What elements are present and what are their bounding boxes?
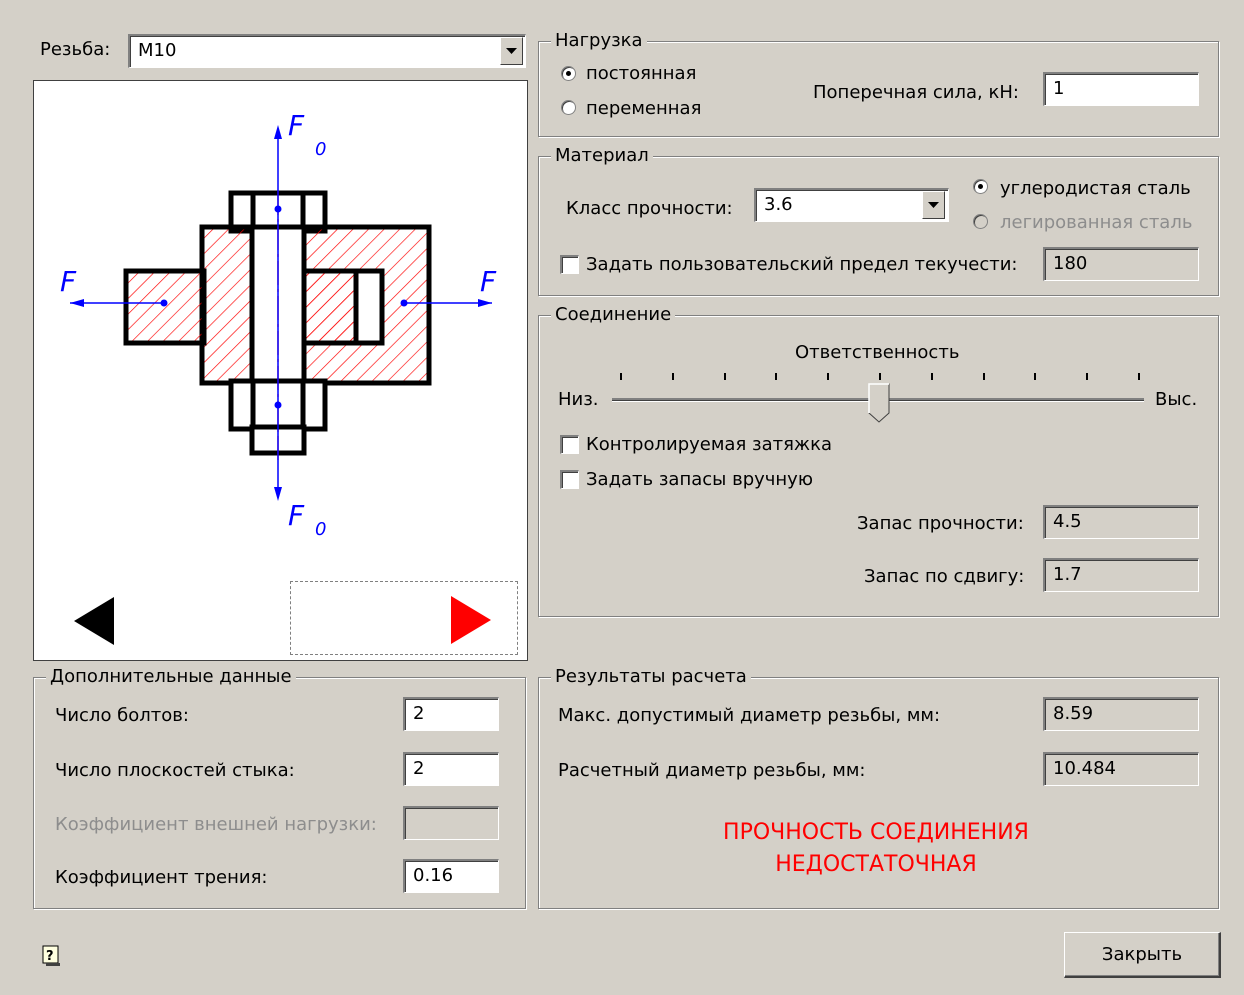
help-icon: ?: [42, 945, 60, 966]
bolt-joint-drawing: F 0 F 0 F F: [60, 109, 497, 540]
responsibility-ticks: [620, 373, 1140, 381]
slider-tick: [1034, 373, 1036, 380]
material-group-title: Материал: [551, 146, 653, 166]
strength-status-message: ПРОЧНОСТЬ СОЕДИНЕНИЯ НЕДОСТАТОЧНАЯ: [540, 817, 1212, 881]
friction-label: Коэффициент трения:: [55, 867, 268, 888]
max-diameter-output: 8.59: [1043, 697, 1199, 731]
shear-force-value: 1: [1053, 78, 1065, 99]
chevron-down-icon: [928, 201, 939, 208]
load-factor-input: [403, 806, 499, 840]
close-button-label: Закрыть: [1101, 944, 1183, 965]
chevron-down-icon: [506, 47, 517, 54]
joint-planes-value: 2: [413, 758, 425, 779]
axial-force-label-top: F: [288, 109, 305, 142]
joint-diagram: F 0 F 0 F F: [33, 80, 528, 661]
controlled-tightening-label[interactable]: Контролируемая затяжка: [586, 436, 832, 454]
strength-margin-value: 4.5: [1053, 511, 1082, 532]
shear-force-input[interactable]: 1: [1043, 72, 1199, 106]
load-variable-label[interactable]: переменная: [586, 100, 701, 118]
slider-tick: [931, 373, 933, 380]
axial-force-label-bottom: F: [288, 499, 305, 532]
slider-tick: [983, 373, 985, 380]
thread-select[interactable]: M10: [128, 34, 526, 68]
strength-class-value: 3.6: [764, 194, 793, 215]
strength-class-select[interactable]: 3.6: [754, 188, 949, 222]
slider-tick: [1138, 373, 1140, 380]
carbon-steel-label[interactable]: углеродистая сталь: [1000, 180, 1191, 198]
bolts-count-label: Число болтов:: [55, 705, 189, 726]
axial-force-sub-bottom: 0: [315, 519, 326, 540]
close-button[interactable]: Закрыть: [1064, 932, 1221, 978]
custom-yield-checkbox[interactable]: [560, 255, 579, 274]
calc-diameter-value: 10.484: [1053, 758, 1116, 779]
responsibility-label: Ответственность: [795, 342, 960, 363]
custom-yield-label[interactable]: Задать пользовательский предел текучести…: [586, 256, 1018, 274]
shear-margin-label: Запас по сдвигу:: [864, 566, 1025, 587]
arrow-left-icon: [74, 597, 114, 645]
force-label-right: F: [480, 265, 497, 298]
slider-tick: [724, 373, 726, 380]
force-label-left: F: [60, 265, 77, 298]
bolts-count-value: 2: [413, 703, 425, 724]
thread-dropdown-button[interactable]: [500, 37, 523, 65]
thread-label: Резьба:: [40, 39, 111, 60]
axial-force-sub-top: 0: [315, 139, 326, 160]
joint-planes-label: Число плоскостей стыка:: [55, 760, 295, 781]
slider-tick: [775, 373, 777, 380]
results-group-title: Результаты расчета: [551, 667, 751, 687]
strength-class-dropdown-button[interactable]: [922, 191, 945, 219]
shear-margin-input: 1.7: [1043, 558, 1199, 592]
load-factor-label: Коэффициент внешней нагрузки:: [55, 814, 377, 835]
shear-force-label: Поперечная сила, кН:: [813, 82, 1019, 103]
custom-yield-input: 180: [1043, 247, 1199, 281]
manual-margins-checkbox[interactable]: [560, 470, 579, 489]
alloy-steel-radio: [973, 214, 988, 229]
shear-margin-value: 1.7: [1053, 564, 1082, 585]
controlled-tightening-checkbox[interactable]: [560, 435, 579, 454]
manual-margins-label[interactable]: Задать запасы вручную: [586, 471, 813, 489]
friction-input[interactable]: 0.16: [403, 859, 499, 893]
friction-value: 0.16: [413, 865, 454, 886]
strength-status-line1: ПРОЧНОСТЬ СОЕДИНЕНИЯ: [723, 820, 1029, 845]
strength-status-line2: НЕДОСТАТОЧНАЯ: [775, 852, 977, 877]
strength-margin-input: 4.5: [1043, 505, 1199, 539]
load-variable-radio[interactable]: [561, 100, 576, 115]
slider-max-label: Выс.: [1155, 389, 1198, 410]
thread-value: M10: [138, 40, 177, 61]
load-constant-label[interactable]: постоянная: [586, 65, 696, 83]
extra-data-group-title: Дополнительные данные: [46, 667, 296, 687]
slider-tick: [827, 373, 829, 380]
carbon-steel-radio[interactable]: [973, 179, 988, 194]
calc-diameter-output: 10.484: [1043, 752, 1199, 786]
help-button[interactable]: ?: [42, 945, 62, 967]
load-group-title: Нагрузка: [551, 31, 647, 51]
joint-group-title: Соединение: [551, 305, 676, 325]
slider-tick: [1086, 373, 1088, 380]
strength-margin-label: Запас прочности:: [857, 513, 1024, 534]
alloy-steel-label: легированная сталь: [1000, 212, 1193, 233]
prev-scheme-button[interactable]: [72, 595, 118, 647]
max-diameter-label: Макс. допустимый диаметр резьбы, мм:: [558, 705, 941, 726]
slider-tick: [879, 373, 881, 380]
svg-text:?: ?: [46, 949, 54, 964]
slider-tick: [620, 373, 622, 380]
bolts-count-input[interactable]: 2: [403, 697, 499, 731]
strength-class-label: Класс прочности:: [566, 198, 733, 219]
responsibility-slider-thumb[interactable]: [868, 383, 890, 423]
calc-diameter-label: Расчетный диаметр резьбы, мм:: [558, 760, 866, 781]
arrow-right-icon: [451, 596, 491, 644]
joint-planes-input[interactable]: 2: [403, 752, 499, 786]
custom-yield-value: 180: [1053, 253, 1088, 274]
load-constant-radio[interactable]: [561, 66, 576, 81]
max-diameter-value: 8.59: [1053, 703, 1094, 724]
slider-tick: [672, 373, 674, 380]
slider-min-label: Низ.: [558, 389, 599, 410]
next-scheme-button[interactable]: [290, 581, 518, 655]
